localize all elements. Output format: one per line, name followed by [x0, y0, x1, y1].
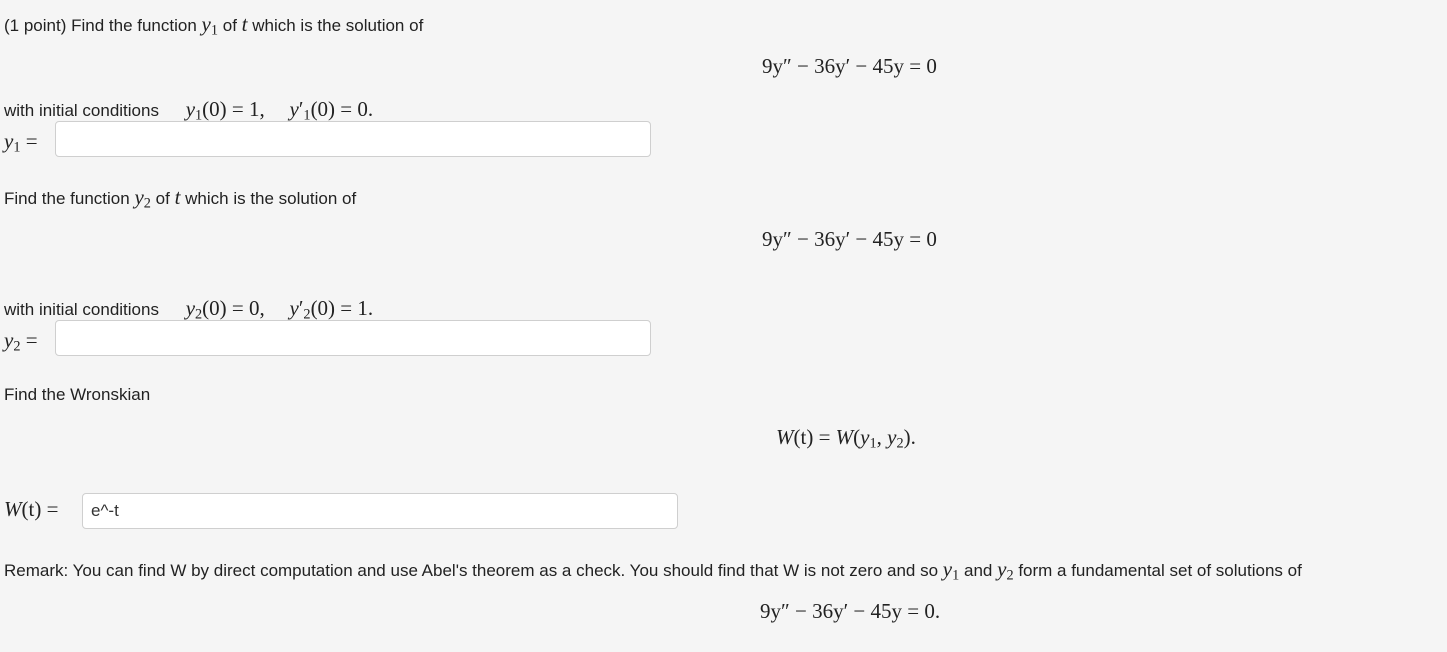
equation-final: 9y″ − 36y′ − 45y = 0. [760, 599, 941, 623]
sub-1: 1 [13, 139, 21, 156]
y-letter: y [942, 557, 953, 581]
equals: = [25, 129, 38, 153]
ic1-b-text: (0) = 0. [310, 97, 374, 121]
y-letter: y [289, 97, 299, 121]
sub-2: 2 [1006, 567, 1014, 584]
ic1-a-text: (0) = 1, [202, 97, 265, 121]
remark: Remark: You can find W by direct computa… [4, 557, 1302, 585]
ic2-a: y2(0) = 0, [185, 296, 265, 323]
ic2-b: y′2(0) = 1. [289, 296, 374, 323]
w-label-b: (t) [21, 497, 42, 521]
sub-2: 2 [13, 338, 21, 355]
w-letter: W [4, 497, 22, 521]
part1-intro: (1 point) Find the function y1 of t whic… [4, 12, 423, 40]
part2-text-b: of [155, 189, 170, 208]
remark-text-a: Remark: You can find W by direct computa… [4, 561, 939, 580]
points-label: (1 point) [4, 16, 67, 35]
y-letter: y [201, 12, 211, 36]
equals: = [25, 328, 38, 352]
w-def-f: ). [903, 425, 916, 449]
equation-1: 9y″ − 36y′ − 45y = 0 [762, 54, 937, 78]
part1-text-b: of [222, 16, 237, 35]
y-letter: y [134, 185, 144, 209]
sub-1: 1 [952, 567, 960, 584]
t-symbol: t [241, 12, 248, 36]
sub-1: 1 [210, 22, 219, 39]
sub-1: 1 [869, 435, 877, 452]
y-letter: y [860, 425, 870, 449]
y2-symbol: y2 [997, 557, 1014, 584]
wronskian-answer-input[interactable] [82, 493, 678, 529]
initial-label-2: with initial conditions [4, 300, 159, 319]
y2-answer-label: y2 = [4, 328, 38, 356]
w-answer-label: W(t) = [4, 497, 58, 522]
t-symbol: t [174, 185, 181, 209]
y1-symbol: y1 [942, 557, 960, 584]
y-letter: y [185, 296, 196, 320]
w-letter: W [776, 425, 794, 449]
ic1-b: y′1(0) = 0. [289, 97, 374, 124]
ic1-a: y1(0) = 1, [185, 97, 265, 124]
w-letter: W [835, 425, 854, 449]
y-letter: y [4, 328, 14, 352]
ic2-b-text: (0) = 1. [310, 296, 374, 320]
ic2-a-text: (0) = 0, [202, 296, 265, 320]
part1-text-a: Find the function [71, 16, 197, 35]
equation-2: 9y″ − 36y′ − 45y = 0 [762, 227, 937, 251]
wronskian-definition: W(t) = W(y1, y2). [776, 425, 916, 453]
w-def-e: , [876, 425, 888, 449]
y-letter: y [289, 296, 299, 320]
part2-text-c: which is the solution of [185, 189, 357, 208]
sub-2: 2 [896, 435, 904, 452]
part2-text-a: Find the function [4, 189, 130, 208]
remark-text-c: form a fundamental set of solutions of [1018, 561, 1302, 580]
remark-text-b: and [964, 561, 993, 580]
equals: = [46, 497, 59, 521]
part1-text-c: which is the solution of [252, 16, 424, 35]
y1-symbol: y1 [201, 12, 219, 39]
sub-2: 2 [143, 195, 151, 212]
wronskian-title: Find the Wronskian [4, 385, 151, 404]
part2-intro: Find the function y2 of t which is the s… [4, 185, 356, 213]
initial-label-1: with initial conditions [4, 101, 159, 120]
y1-answer-label: y1 = [4, 129, 38, 157]
y-letter: y [4, 129, 14, 153]
y-letter: y [185, 97, 196, 121]
y2-symbol: y2 [134, 185, 151, 212]
y1-answer-input[interactable] [55, 121, 651, 157]
w-def-b: (t) = [793, 425, 836, 449]
y2-answer-input[interactable] [55, 320, 651, 356]
